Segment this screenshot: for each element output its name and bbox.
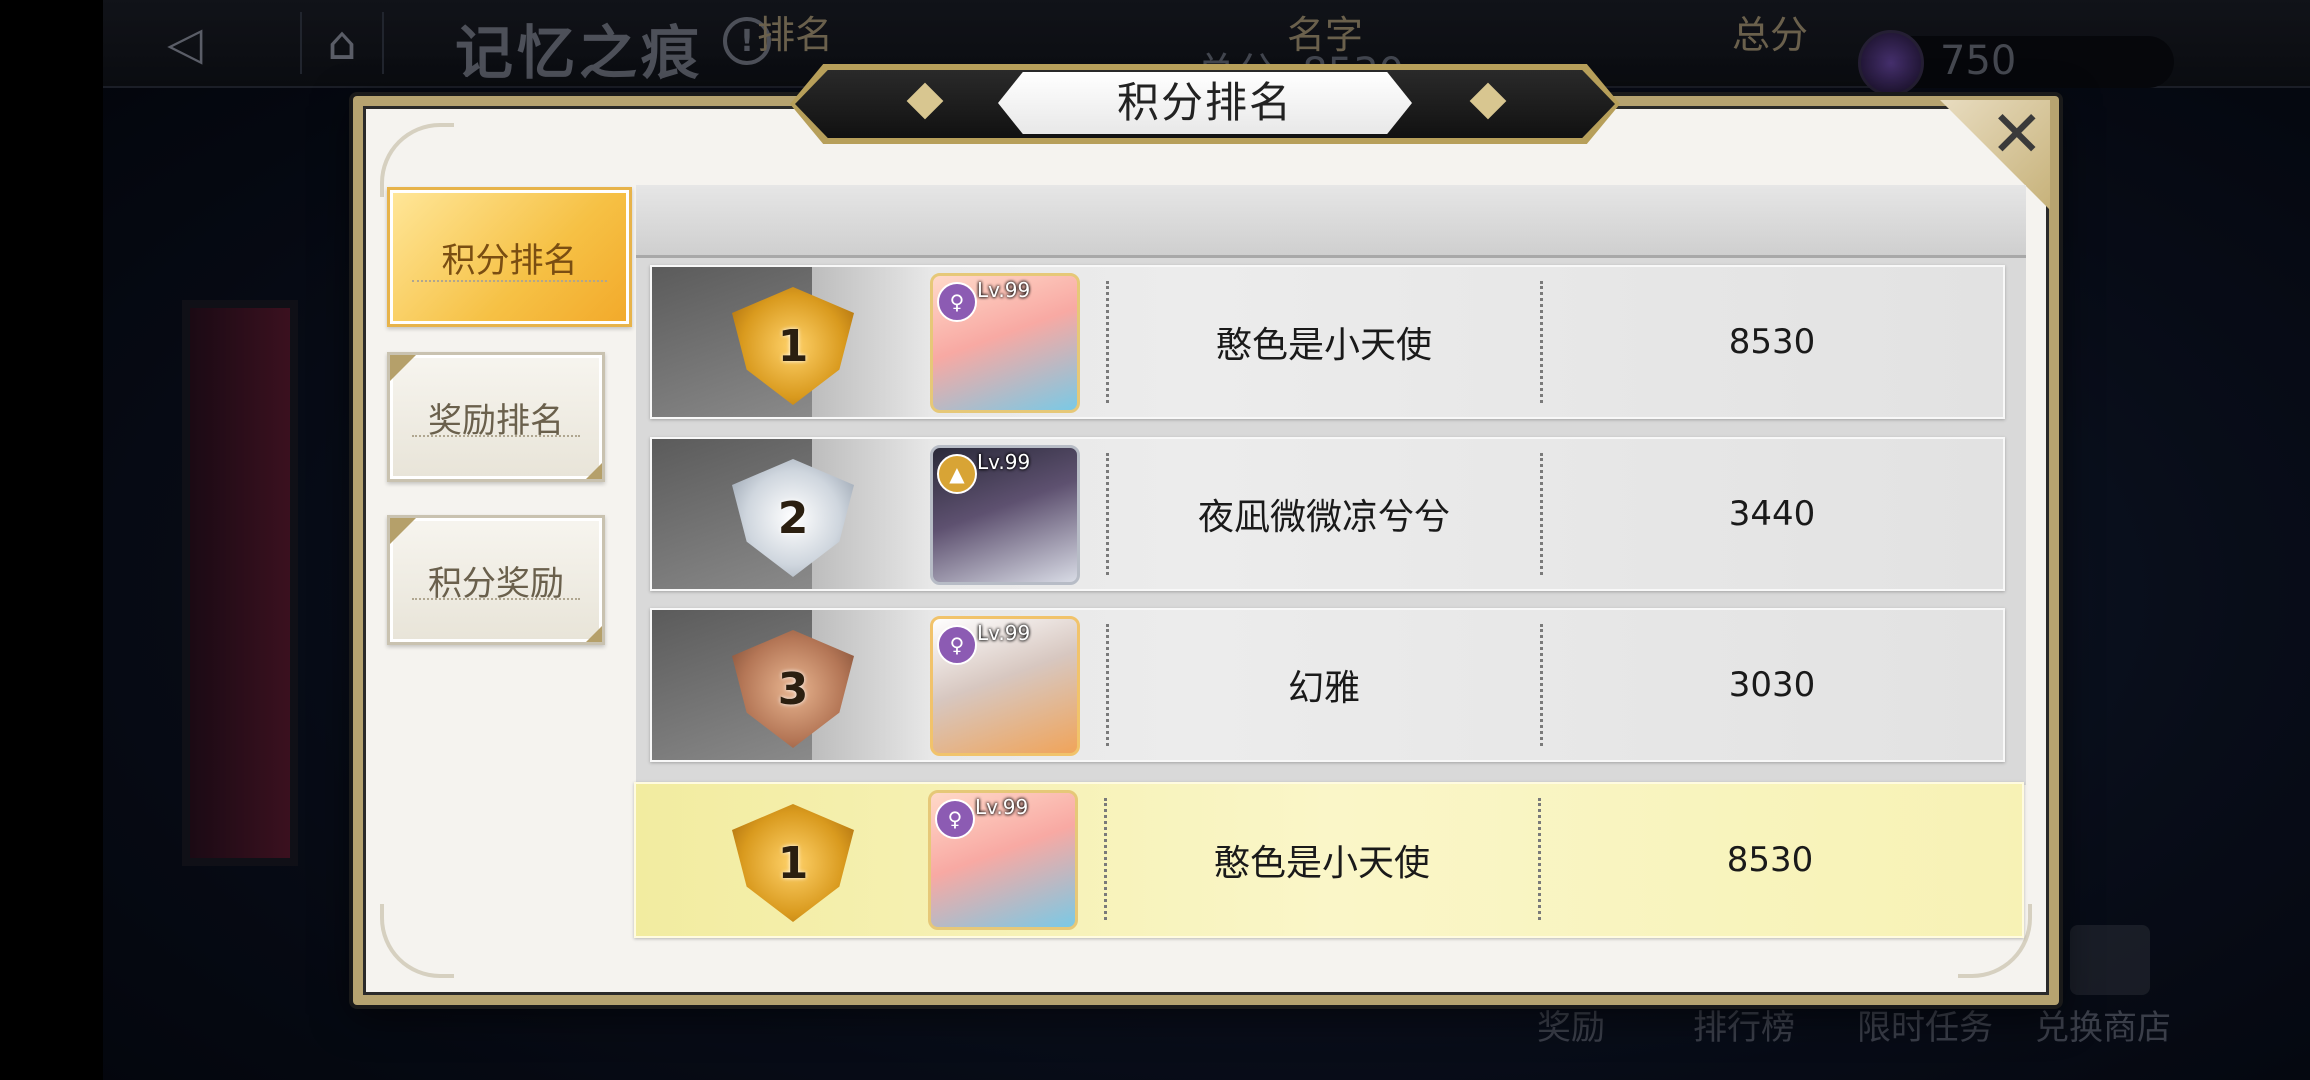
self-rank-row[interactable]: 1 ♀ Lv.99 憨色是小天使 8530 [634, 782, 2024, 938]
modal-title: 积分排名 [1116, 78, 1293, 127]
column-header-name: 名字 [1286, 13, 1363, 57]
level-label: Lv.99 [977, 450, 1031, 474]
tab-underline [412, 280, 607, 282]
corner-ornament [380, 123, 454, 197]
table-row[interactable]: 2 ▲ Lv.99 夜凪微微凉兮兮 3440 [650, 437, 2005, 591]
player-name: 憨色是小天使 [1213, 843, 1430, 884]
tab-score-ranking[interactable]: 积分排名 [387, 187, 632, 327]
tab-label: 积分排名 [441, 240, 578, 281]
element-icon: ▲ [937, 454, 977, 494]
level-label: Lv.99 [977, 278, 1031, 302]
element-icon: ♀ [937, 282, 977, 322]
rank-number: 1 [777, 837, 809, 889]
player-score: 3440 [1728, 494, 1816, 534]
tab-score-reward[interactable]: 积分奖励 [387, 515, 605, 645]
element-icon: ♀ [935, 799, 975, 839]
table-header [636, 185, 2026, 258]
player-score: 3030 [1728, 665, 1816, 705]
gold-medal-icon: 1 [732, 804, 854, 922]
tab-underline [412, 598, 580, 600]
tab-corner [586, 463, 602, 479]
tab-underline [412, 435, 580, 437]
player-name: 幻雅 [1287, 668, 1360, 709]
player-score: 8530 [1728, 322, 1816, 362]
column-header-score: 总分 [1731, 13, 1808, 57]
element-icon: ♀ [937, 625, 977, 665]
column-header-rank: 排名 [756, 13, 833, 57]
tab-corner [390, 518, 416, 544]
table-row[interactable]: 1 ♀ Lv.99 憨色是小天使 8530 [650, 265, 2005, 419]
level-label: Lv.99 [977, 621, 1031, 645]
corner-ornament [380, 904, 454, 978]
tab-corner [586, 626, 602, 642]
table-row[interactable]: 3 ♀ Lv.99 幻雅 3030 [650, 608, 2005, 762]
rank-number: 2 [777, 492, 809, 544]
player-name: 憨色是小天使 [1215, 325, 1432, 366]
level-label: Lv.99 [975, 795, 1029, 819]
player-score: 8530 [1726, 840, 1814, 880]
close-icon[interactable]: ✕ [1990, 98, 2044, 172]
player-name: 夜凪微微凉兮兮 [1197, 497, 1450, 538]
avatar[interactable]: ♀ Lv.99 [930, 616, 1080, 756]
tab-reward-ranking[interactable]: 奖励排名 [387, 352, 605, 482]
tab-corner [390, 355, 416, 381]
rank-number: 1 [777, 320, 809, 372]
avatar[interactable]: ♀ Lv.99 [928, 790, 1078, 930]
avatar[interactable]: ▲ Lv.99 [930, 445, 1080, 585]
avatar[interactable]: ♀ Lv.99 [930, 273, 1080, 413]
rank-number: 3 [777, 663, 809, 715]
